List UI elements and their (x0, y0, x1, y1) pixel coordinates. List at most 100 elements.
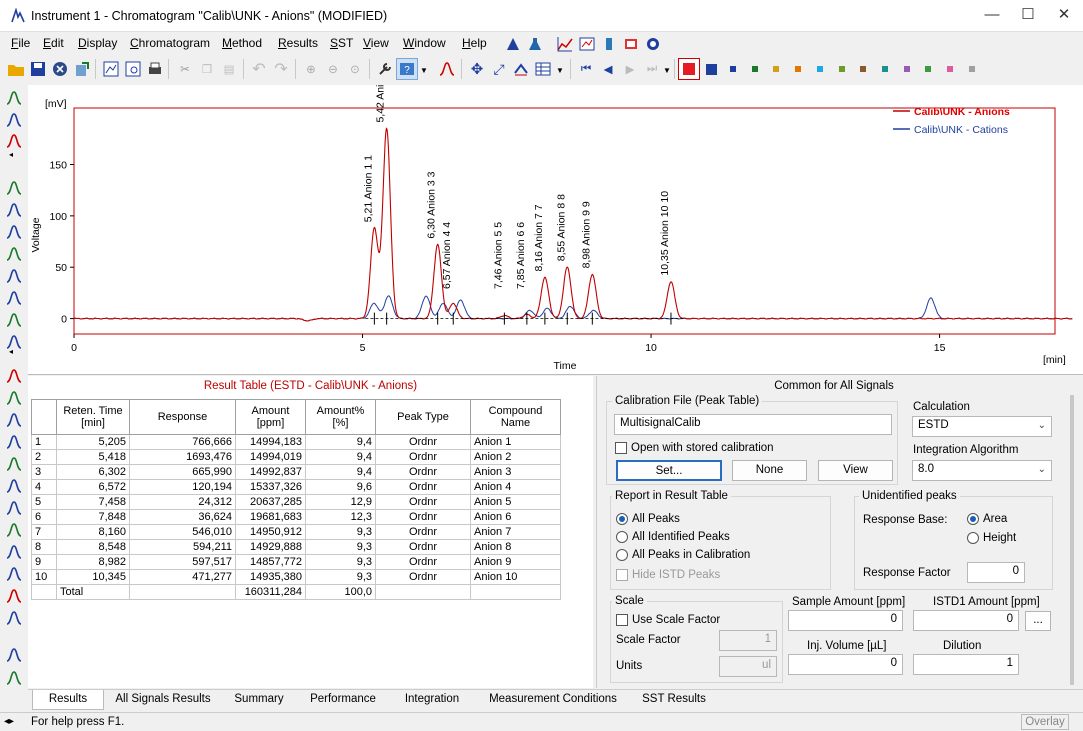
spike-icon[interactable] (4, 564, 24, 584)
table-cell[interactable]: 5,205 (56, 434, 130, 450)
units-field[interactable]: ul (719, 656, 777, 677)
table-cell[interactable]: 14857,772 (235, 554, 306, 570)
view-button[interactable]: View (818, 460, 893, 481)
table-cell[interactable]: 597,517 (129, 554, 236, 570)
menu-edit[interactable]: Edit (43, 36, 64, 50)
last-icon[interactable]: ⏭ (641, 58, 663, 80)
wrench-icon[interactable] (374, 58, 396, 80)
result-table[interactable]: Reten. Time [min] Response Amount [ppm] Amoun… (31, 399, 561, 600)
response-factor-field[interactable]: 0 (967, 562, 1025, 583)
table-cell[interactable]: 14950,912 (235, 524, 306, 540)
table-cell[interactable]: 9,4 (305, 449, 376, 465)
table-cell[interactable]: Ordnr (375, 569, 471, 585)
table-cell[interactable]: 9,4 (305, 434, 376, 450)
color-swatch[interactable] (787, 58, 809, 80)
table-cell[interactable]: 471,277 (129, 569, 236, 585)
table-cell[interactable]: Ordnr (375, 539, 471, 555)
color-swatch[interactable] (765, 58, 787, 80)
table-row[interactable]: 2 5,418 1693,476 14994,019 9,4 Ordnr Anion 2 (31, 449, 561, 465)
chromatogram-chart[interactable]: [mV] Voltage Time [min] 0 50 100 150 0 5 10 15 5,21 … (28, 55, 1083, 375)
radio-calibration-peaks[interactable]: All Peaks in Calibration (616, 549, 750, 561)
forced-peak-icon[interactable] (4, 520, 24, 540)
integration-tool-icon[interactable] (510, 58, 532, 80)
table-cell[interactable]: 5,418 (56, 449, 130, 465)
table-cell[interactable]: Anion 5 (470, 494, 561, 510)
help-dropdown-icon[interactable]: ▼ (420, 66, 428, 75)
dilution-field[interactable]: 1 (913, 654, 1019, 675)
color-swatch[interactable] (852, 58, 874, 80)
status-arrows-icon[interactable]: ◂▸ (4, 716, 14, 727)
table-cell[interactable]: 14935,380 (235, 569, 306, 585)
table-cell[interactable]: 1693,476 (129, 449, 236, 465)
table-cell[interactable]: 12,3 (305, 509, 376, 525)
peak-icon[interactable] (436, 58, 458, 80)
column-header[interactable]: Amount% [%] (305, 399, 376, 435)
table-cell[interactable]: 19681,683 (235, 509, 306, 525)
table-cell[interactable]: 7,848 (56, 509, 130, 525)
negative-peak-icon[interactable] (4, 288, 24, 308)
table-cell[interactable]: Anion 2 (470, 449, 561, 465)
chart-svg[interactable]: [mV] Voltage Time [min] 0 50 100 150 0 5 10 15 5,21 … (28, 55, 1083, 375)
color-swatch[interactable] (722, 58, 744, 80)
column-header[interactable]: Response (129, 399, 236, 435)
tab-measurement-conditions[interactable]: Measurement Conditions (476, 690, 630, 710)
table-cell[interactable]: 3 (31, 464, 57, 480)
table-cell[interactable]: 15337,326 (235, 479, 306, 495)
sample-amount-field[interactable]: 0 (788, 610, 903, 631)
table-icon[interactable] (532, 58, 554, 80)
table-row[interactable]: 5 7,458 24,312 20637,285 12,9 Ordnr Anion 5 (31, 494, 561, 510)
istd-more-button[interactable]: ... (1025, 611, 1051, 631)
tab-summary[interactable]: Summary (224, 690, 294, 710)
front-tangent-icon[interactable] (4, 476, 24, 496)
table-cell[interactable]: 7,458 (56, 494, 130, 510)
help-mode-icon[interactable]: ? (396, 58, 418, 80)
use-scale-checkbox[interactable]: Use Scale Factor (616, 614, 720, 626)
sequence-icon[interactable] (623, 36, 639, 52)
table-cell[interactable]: 9,4 (305, 464, 376, 480)
open-folder-icon[interactable] (5, 58, 27, 80)
table-cell[interactable]: Anion 10 (470, 569, 561, 585)
radio-identified-peaks[interactable]: All Identified Peaks (616, 531, 730, 543)
table-cell[interactable]: Ordnr (375, 509, 471, 525)
table-cell[interactable]: 7 (31, 524, 57, 540)
table-cell[interactable]: Anion 9 (470, 554, 561, 570)
selected-color-blue[interactable] (700, 58, 722, 80)
undo-icon[interactable]: ↶ (248, 58, 270, 80)
radio-dot[interactable] (967, 532, 979, 544)
column-header[interactable]: Reten. Time [min] (56, 399, 130, 435)
table-row[interactable]: 1 5,205 766,666 14994,183 9,4 Ordnr Anion 1 (31, 434, 561, 450)
radio-dot[interactable] (616, 531, 628, 543)
table-cell[interactable]: 5 (31, 494, 57, 510)
table-cell[interactable]: Anion 8 (470, 539, 561, 555)
zoom-out-icon[interactable]: ⊖ (322, 58, 344, 80)
overlay-down-icon[interactable] (4, 645, 24, 665)
paste-icon[interactable]: ▤ (218, 58, 240, 80)
table-cell[interactable]: Anion 7 (470, 524, 561, 540)
table-cell[interactable]: 546,010 (129, 524, 236, 540)
overlay-up-icon[interactable] (4, 608, 24, 628)
checkbox-box[interactable] (615, 442, 627, 454)
table-row[interactable]: 8 8,548 594,211 14929,888 9,3 Ordnr Anion 8 (31, 539, 561, 555)
table-cell[interactable]: Anion 6 (470, 509, 561, 525)
table-cell[interactable]: Anion 1 (470, 434, 561, 450)
table-cell[interactable]: Ordnr (375, 449, 471, 465)
delete-marker-icon[interactable] (4, 586, 24, 606)
menu-file[interactable]: File (11, 36, 30, 50)
peak-add-icon[interactable] (4, 244, 24, 264)
table-cell[interactable]: 10,345 (56, 569, 130, 585)
table-cell[interactable]: 9,6 (305, 479, 376, 495)
color-swatch[interactable] (809, 58, 831, 80)
threshold-icon[interactable] (4, 432, 24, 452)
tab-performance[interactable]: Performance (298, 690, 388, 710)
close-file-icon[interactable] (49, 58, 71, 80)
baseline-lock-icon[interactable] (4, 454, 24, 474)
tangent-icon[interactable] (4, 310, 24, 330)
flask-icon[interactable] (527, 36, 543, 52)
table-cell[interactable]: 9,3 (305, 539, 376, 555)
tail-tangent-icon[interactable] (4, 498, 24, 518)
export-icon[interactable] (71, 58, 93, 80)
zoom-in-icon[interactable]: ⊕ (300, 58, 322, 80)
scale-factor-field[interactable]: 1 (719, 630, 777, 651)
next-icon[interactable]: ▶ (619, 58, 641, 80)
table-cell[interactable]: 8 (31, 539, 57, 555)
